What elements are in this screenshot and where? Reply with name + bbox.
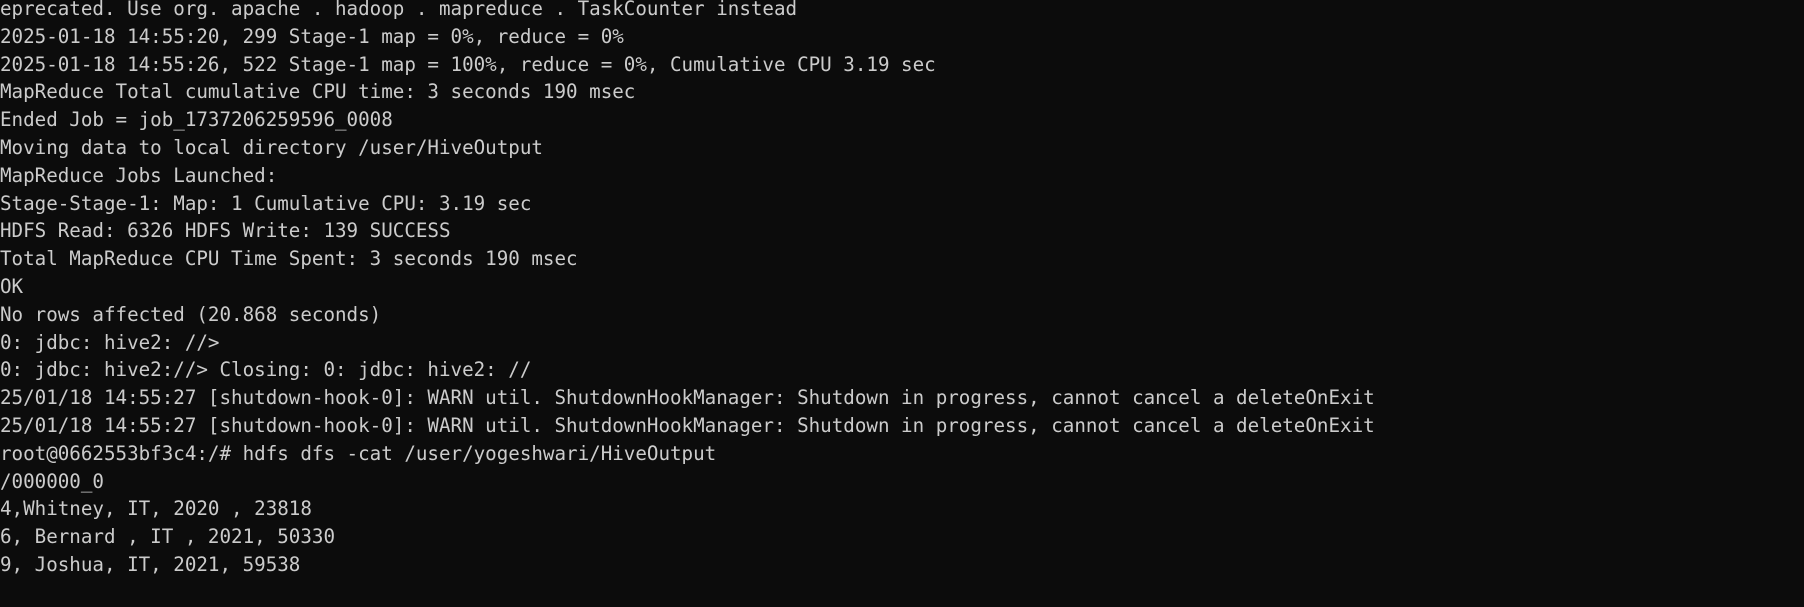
terminal-line-result-row: 9, Joshua, IT, 2021, 59538 (0, 552, 301, 576)
terminal-line-stage-progress-start: 2025-01-18 14:55:20, 299 Stage-1 map = 0… (0, 24, 624, 48)
terminal-line-jobs-launched: MapReduce Jobs Launched: (0, 163, 278, 187)
terminal-line-command-continuation: /000000_0 (0, 469, 104, 493)
terminal-line-stage-progress-map-complete: 2025-01-18 14:55:26, 522 Stage-1 map = 1… (0, 52, 936, 76)
terminal-line-beeline-closing: 0: jdbc: hive2://> Closing: 0: jdbc: hiv… (0, 358, 532, 382)
terminal-line-stage-summary: Stage-Stage-1: Map: 1 Cumulative CPU: 3.… (0, 191, 532, 215)
terminal-line-moving-data: Moving data to local directory /user/Hiv… (0, 135, 543, 159)
terminal-line-cumulative-cpu-time: MapReduce Total cumulative CPU time: 3 s… (0, 80, 636, 104)
terminal-line-shutdown-warning: 25/01/18 14:55:27 [shutdown-hook-0]: WAR… (0, 413, 1375, 437)
terminal-line-ok: OK (0, 274, 24, 298)
terminal-window[interactable]: eprecated. Use org. apache . hadoop . ma… (0, 0, 1804, 607)
terminal-line-shutdown-warning: 25/01/18 14:55:27 [shutdown-hook-0]: WAR… (0, 386, 1375, 410)
terminal-output: eprecated. Use org. apache . hadoop . ma… (0, 0, 1804, 579)
terminal-line-beeline-prompt: 0: jdbc: hive2: //> (0, 330, 220, 354)
terminal-line-total-cpu-time: Total MapReduce CPU Time Spent: 3 second… (0, 247, 578, 271)
terminal-line-hdfs-read-write: HDFS Read: 6326 HDFS Write: 139 SUCCESS (0, 219, 451, 243)
terminal-line-result-row: 4,Whitney, IT, 2020 , 23818 (0, 497, 312, 521)
terminal-line-ended-job: Ended Job = job_1737206259596_0008 (0, 108, 393, 132)
terminal-line-shell-command: root@0662553bf3c4:/# hdfs dfs -cat /user… (0, 441, 717, 465)
terminal-line-result-row: 6, Bernard , IT , 2021, 50330 (0, 525, 336, 549)
terminal-line-rows-affected: No rows affected (20.868 seconds) (0, 302, 382, 326)
terminal-line-deprecation-warning: eprecated. Use org. apache . hadoop . ma… (0, 0, 798, 20)
